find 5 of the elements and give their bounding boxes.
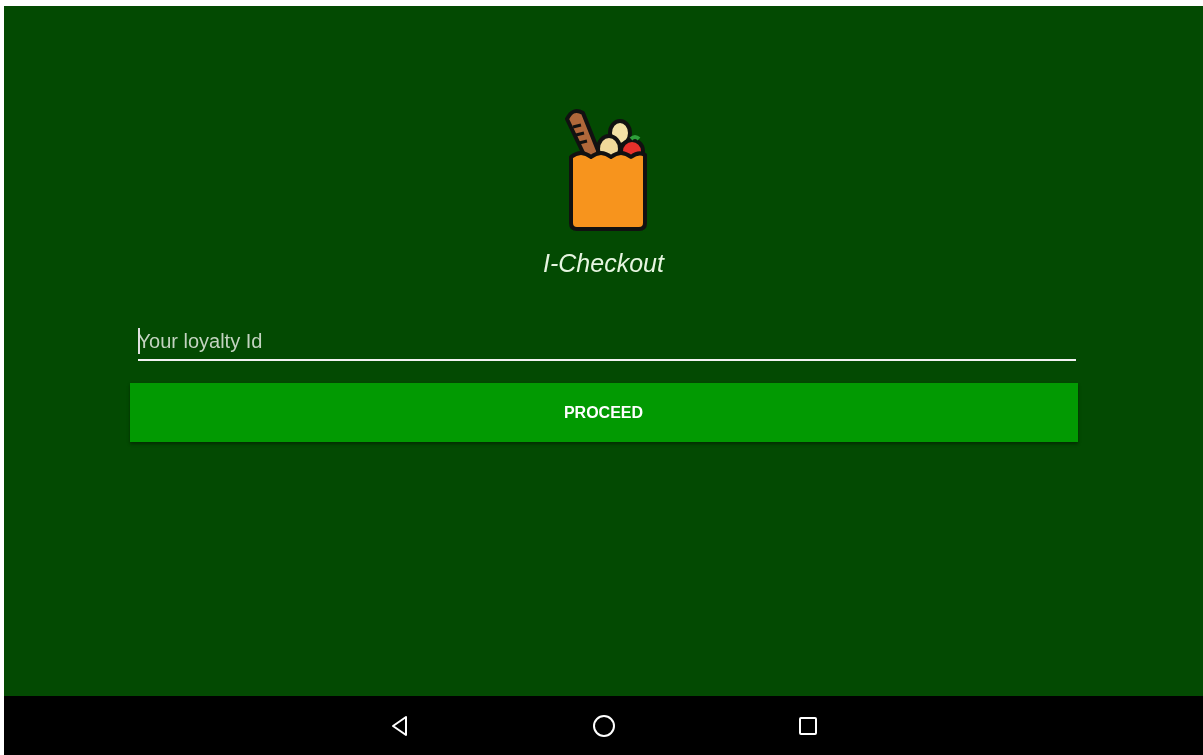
- text-cursor: [137, 328, 140, 354]
- app-title: I-Checkout: [543, 249, 664, 278]
- loyalty-id-field[interactable]: Your loyalty Id: [137, 326, 1076, 361]
- home-icon[interactable]: [591, 713, 616, 738]
- proceed-button[interactable]: PROCEED: [129, 383, 1078, 442]
